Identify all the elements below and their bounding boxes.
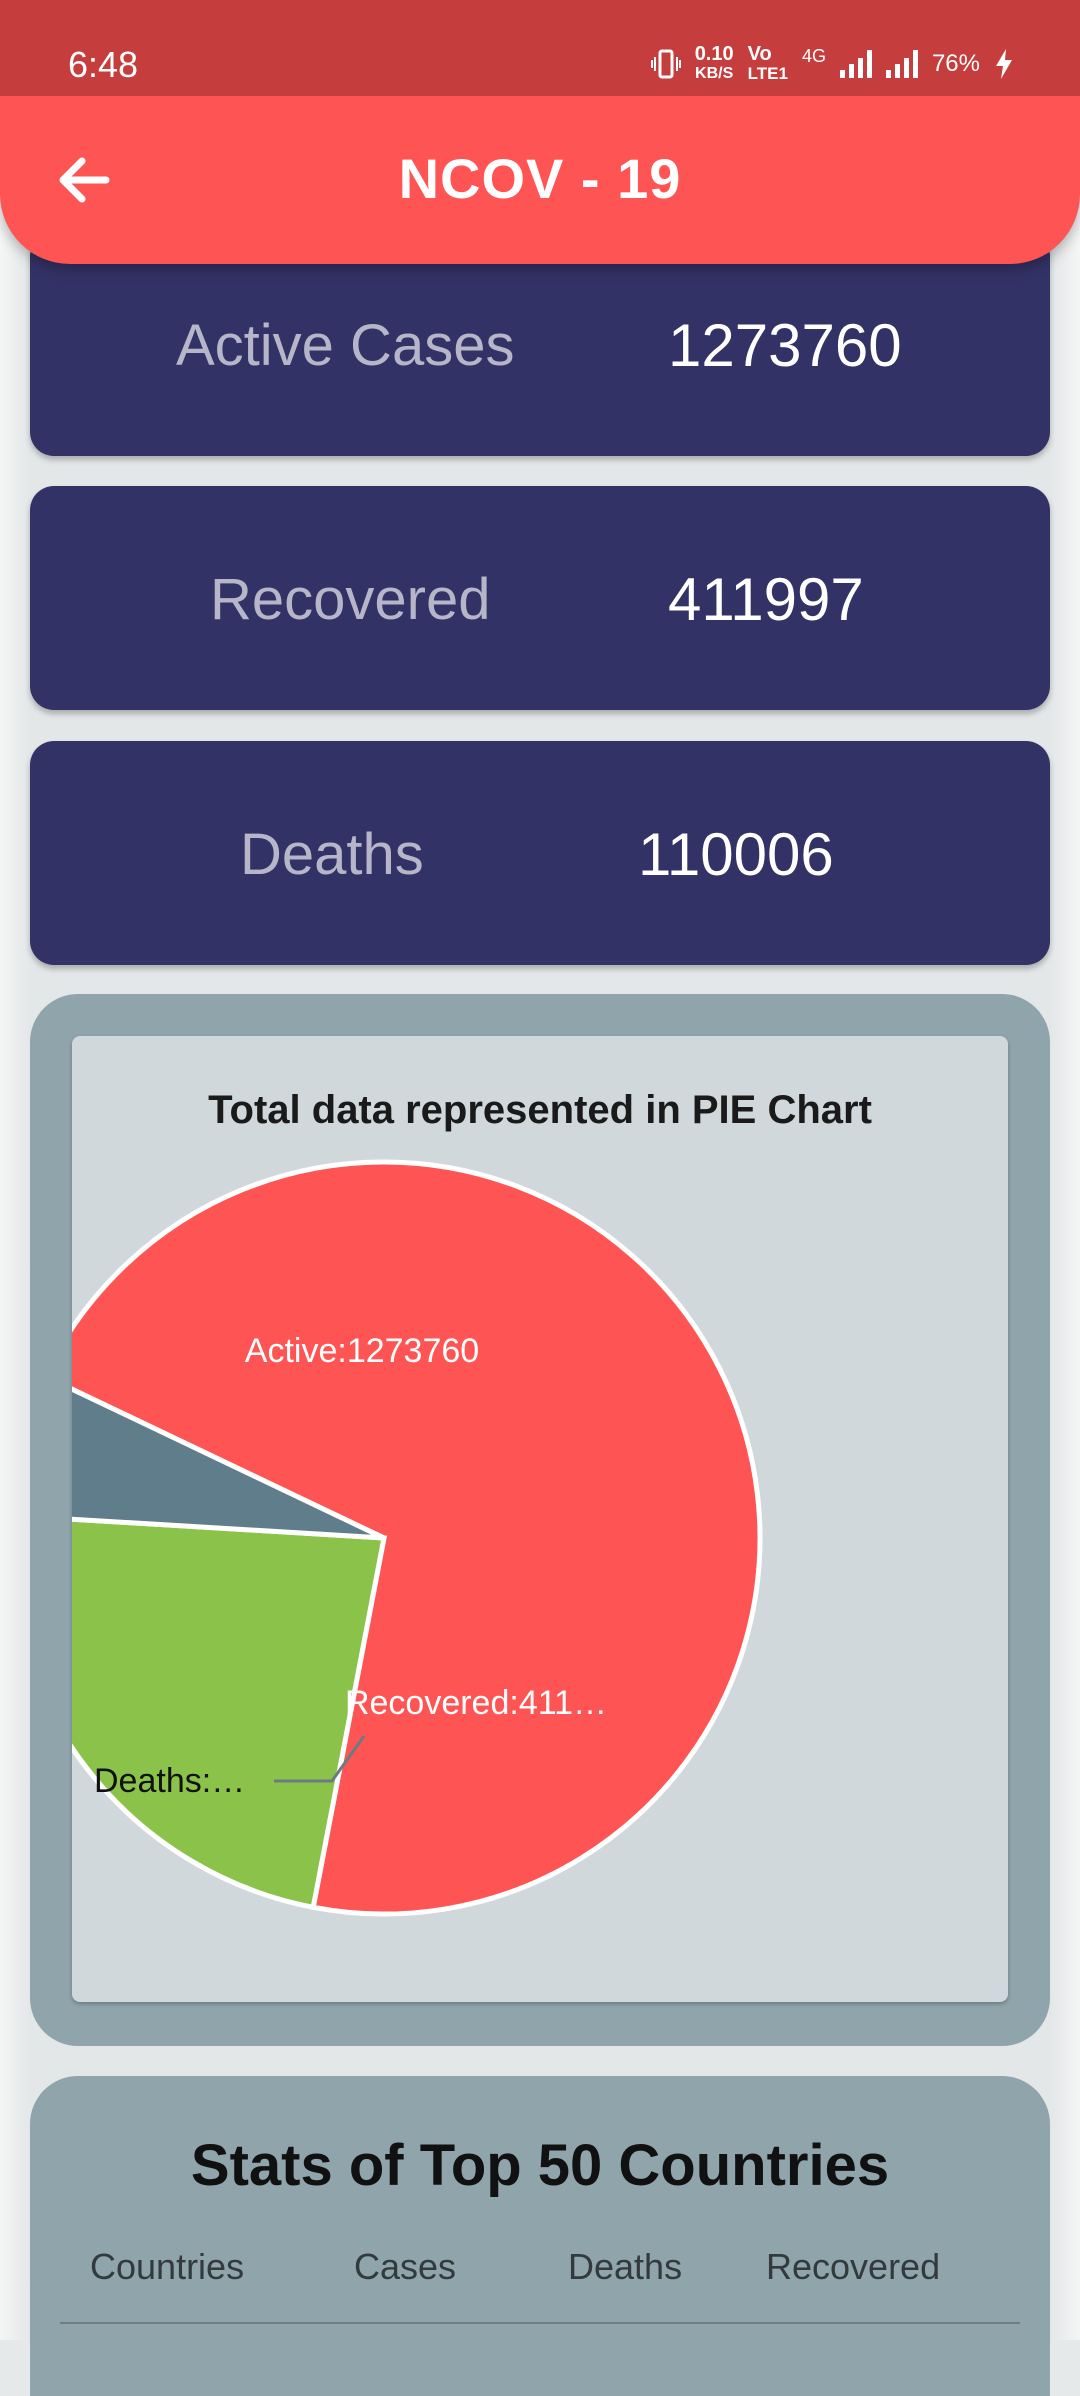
header-cases: Cases [354, 2246, 457, 2287]
header-divider [60, 2322, 1020, 2324]
net-speed: 0.10 KB/S [695, 44, 734, 84]
pie-label-active: Active:1273760 [245, 1332, 479, 1370]
recovered-card: Recovered 411997 [30, 486, 1050, 710]
battery-percent: 76% [931, 50, 980, 77]
deaths-label: Deaths [240, 822, 424, 887]
pie-chart-card: Total data represented in PIE Chart Acti… [72, 1036, 1008, 2002]
recovered-value: 411997 [668, 566, 864, 633]
status-icons: 0.10 KB/S Vo LTE1 4G 76% [650, 44, 1014, 84]
pie-label-deaths: Deaths:… [94, 1762, 245, 1800]
header-recovered: Recovered [766, 2246, 941, 2287]
active-cases-card: Active Cases 1273760 [30, 232, 1050, 456]
net-speed-value: 0.10 [694, 43, 734, 65]
recovered-label: Recovered [210, 567, 491, 632]
signal-icon-2 [885, 50, 918, 78]
status-time: 6:48 [68, 44, 139, 85]
header-deaths: Deaths [568, 2246, 683, 2287]
pie-chart-panel: Total data represented in PIE Chart Acti… [30, 994, 1050, 2046]
pie-chart: Active:1273760 Recovered:411… Deaths:… [72, 1159, 763, 1917]
charging-icon [996, 49, 1012, 79]
pie-label-recovered: Recovered:411… [345, 1684, 607, 1722]
volte-indicator: Vo LTE1 [748, 44, 788, 84]
volte-top: Vo [747, 43, 772, 65]
deaths-value: 110006 [638, 821, 834, 888]
header-countries: Countries [90, 2246, 245, 2287]
active-cases-label: Active Cases [176, 313, 515, 378]
country-stats-title: Stats of Top 50 Countries [190, 2133, 890, 2198]
network-type: 4G [801, 46, 826, 66]
country-stats-header-row: Countries Cases Deaths Recovered [30, 2246, 1050, 2306]
country-stats-panel: Stats of Top 50 Countries Countries Case… [30, 2076, 1050, 2396]
app-bar: 6:48 0.10 KB/S Vo LTE1 4G 76% NCOV - 19 [0, 0, 1080, 264]
net-speed-unit: KB/S [695, 65, 734, 82]
app-title: NCOV - 19 [398, 147, 682, 210]
active-cases-value: 1273760 [668, 312, 902, 379]
status-bar: 6:48 0.10 KB/S Vo LTE1 4G 76% [0, 0, 1080, 96]
volte-bottom: LTE1 [747, 64, 788, 83]
vibrate-icon [650, 49, 681, 79]
signal-icon-1 [839, 50, 872, 78]
deaths-card: Deaths 110006 [30, 741, 1050, 965]
